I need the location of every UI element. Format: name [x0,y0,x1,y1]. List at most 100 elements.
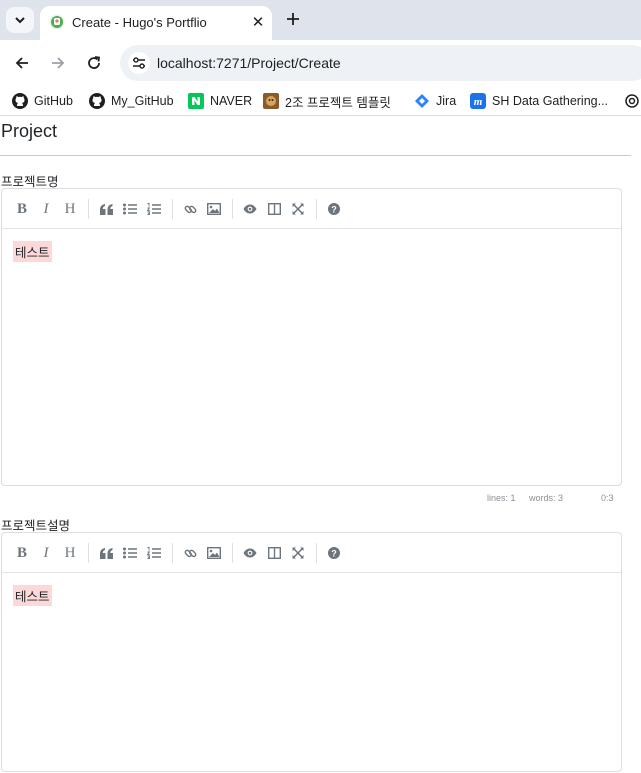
status-words: words: 3 [529,493,564,503]
markdown-guide-button[interactable]: ? [324,543,344,563]
status-cursor: 0:3 [601,493,614,503]
fullscreen-icon [292,547,304,559]
svg-text:?: ? [331,548,337,558]
image-icon [207,203,221,215]
project-name-editor: B I H ? 테스트 [1,188,622,486]
page-title: Project [1,121,58,141]
bold-button[interactable]: B [12,543,32,563]
quote-icon [99,203,113,215]
address-bar[interactable]: localhost:7271/Project/Create [120,45,641,81]
italic-button[interactable]: I [36,543,56,563]
eye-icon [243,548,257,558]
plus-icon [287,13,299,25]
tune-icon [133,57,145,69]
bookmark-jira[interactable]: Jira [414,91,456,111]
eye-icon [243,204,257,214]
unordered-list-button[interactable] [120,543,140,563]
svg-text:m: m [474,96,483,108]
markdown-guide-button[interactable]: ? [324,199,344,219]
divider [0,155,641,156]
bookmark-github[interactable]: GitHub [12,91,73,111]
bookmarks-bar: GitHub My_GitHub NAVER 2조 프로젝트 템플릿 Jira … [0,86,641,116]
toolbar-separator [232,199,233,219]
question-circle-icon: ? [328,547,340,559]
columns-icon [267,547,281,559]
toolbar-separator [316,199,317,219]
image-button[interactable] [204,543,224,563]
quote-button[interactable] [96,543,116,563]
forward-button[interactable] [46,51,70,75]
ordered-list-button[interactable] [144,199,164,219]
toolbar-separator [88,199,89,219]
editor-content[interactable]: 테스트 [2,573,621,773]
heading-button[interactable]: H [60,199,80,219]
editor-toolbar: B I H ? [2,189,621,229]
template-icon [263,93,279,109]
fullscreen-button[interactable] [288,543,308,563]
reload-icon [88,56,101,69]
reload-button[interactable] [82,51,106,75]
arrow-right-icon [52,57,65,69]
portfolio-favicon-icon [49,14,65,30]
toolbar-separator [316,543,317,563]
columns-icon [267,203,281,215]
bookmark-overflow[interactable] [624,91,641,111]
chevron-down-icon [15,17,25,24]
preview-button[interactable] [240,199,260,219]
toolbar-separator [172,543,173,563]
link-button[interactable] [180,543,200,563]
list-ol-icon [147,547,161,559]
list-ul-icon [123,203,137,215]
bookmark-template[interactable]: 2조 프로젝트 템플릿 [263,91,391,111]
ordered-list-button[interactable] [144,543,164,563]
url-text: localhost:7271/Project/Create [157,55,341,71]
bookmark-label: Jira [436,94,457,108]
bookmark-label: My_GitHub [111,94,174,108]
arrow-left-icon [15,57,28,69]
image-icon [207,547,221,559]
bookmark-label: GitHub [34,94,73,108]
heading-button[interactable]: H [60,543,80,563]
image-button[interactable] [204,199,224,219]
bold-button[interactable]: B [12,199,32,219]
bookmark-label: SH Data Gathering... [492,94,609,108]
editor-statusbar: lines: 1 words: 3 0:3 [0,493,622,507]
preview-button[interactable] [240,543,260,563]
chatgpt-icon [624,93,640,109]
site-info-button[interactable] [128,52,150,74]
tab-strip: Create - Hugo's Portflio ✕ [0,0,641,40]
tab-search-button[interactable] [6,7,34,33]
bookmark-label: NAVER [210,94,253,108]
back-button[interactable] [10,51,34,75]
side-by-side-button[interactable] [264,543,284,563]
bookmark-sh-data-gathering[interactable]: m SH Data Gathering... [470,91,608,111]
tab-title: Create - Hugo's Portflio [72,15,207,30]
quote-button[interactable] [96,199,116,219]
link-button[interactable] [180,199,200,219]
fullscreen-icon [292,203,304,215]
toolbar-separator [172,199,173,219]
italic-button[interactable]: I [36,199,56,219]
link-icon [184,549,196,557]
project-description-editor: B I H ? 테스트 [1,532,622,772]
question-circle-icon: ? [328,203,340,215]
link-icon [184,205,196,213]
list-ul-icon [123,547,137,559]
editor-toolbar: B I H ? [2,533,621,573]
active-tab[interactable]: Create - Hugo's Portflio ✕ [40,6,272,40]
jira-icon [414,93,430,109]
browser-toolbar: localhost:7271/Project/Create [0,40,641,86]
toolbar-separator [232,543,233,563]
close-tab-icon[interactable]: ✕ [249,13,267,31]
bookmark-my-github[interactable]: My_GitHub [89,91,174,111]
editor-text: 테스트 [13,585,52,606]
unordered-list-button[interactable] [120,199,140,219]
editor-content[interactable]: 테스트 [2,229,621,485]
side-by-side-button[interactable] [264,199,284,219]
editor-text: 테스트 [13,241,52,262]
page-scrollbar[interactable] [631,120,641,752]
new-tab-button[interactable] [283,9,303,29]
list-ol-icon [147,203,161,215]
bookmark-naver[interactable]: NAVER [188,91,252,111]
fullscreen-button[interactable] [288,199,308,219]
